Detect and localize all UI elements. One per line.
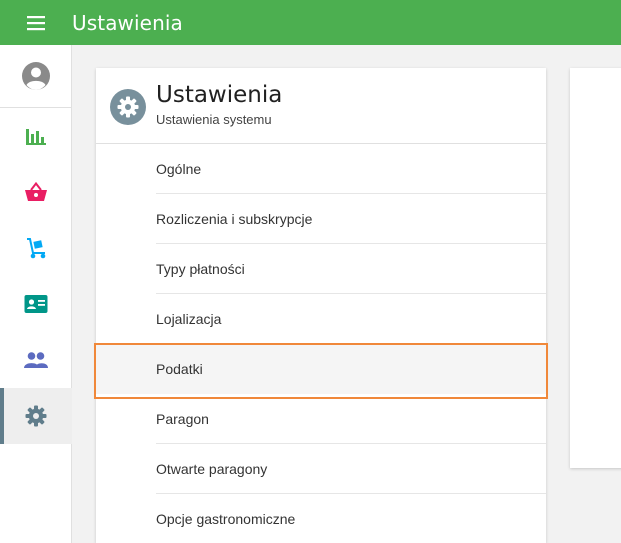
header-icon <box>110 89 146 125</box>
bar-chart-icon <box>26 129 46 145</box>
sidebar-item-users[interactable] <box>0 332 72 388</box>
sidebar-item-contacts[interactable] <box>0 276 72 332</box>
sidebar-item-account[interactable] <box>0 45 72 108</box>
sidebar-item-reports[interactable] <box>0 108 72 164</box>
shopping-basket-icon <box>25 182 47 201</box>
hand-truck-icon <box>27 238 46 259</box>
settings-item-label: Podatki <box>156 361 203 377</box>
settings-menu: Ogólne Rozliczenia i subskrypcje Typy pł… <box>94 144 548 543</box>
sidebar-item-sales[interactable] <box>0 164 72 220</box>
detail-panel <box>570 68 621 468</box>
app-title: Ustawienia <box>72 10 183 35</box>
settings-item-loyalty[interactable]: Lojalizacja <box>96 294 546 344</box>
gear-icon <box>117 96 139 118</box>
settings-item-taxes[interactable]: Podatki <box>94 343 548 399</box>
settings-panel: Ustawienia Ustawienia systemu Ogólne Roz… <box>94 68 548 543</box>
sidebar-item-inventory[interactable] <box>0 220 72 276</box>
hamburger-menu-icon <box>27 15 45 30</box>
sidebar <box>0 45 72 543</box>
settings-item-receipt[interactable]: Paragon <box>96 394 546 444</box>
settings-item-gastronomy-options[interactable]: Opcje gastronomiczne <box>96 494 546 543</box>
settings-item-general[interactable]: Ogólne <box>96 144 546 194</box>
settings-item-billing[interactable]: Rozliczenia i subskrypcje <box>96 194 546 244</box>
panel-subtitle: Ustawienia systemu <box>156 112 272 127</box>
app-bar: Ustawienia <box>0 0 621 45</box>
people-icon <box>24 352 48 368</box>
menu-button[interactable] <box>0 0 72 45</box>
settings-item-open-receipts[interactable]: Otwarte paragony <box>96 444 546 494</box>
settings-item-payment-types[interactable]: Typy płatności <box>96 244 546 294</box>
sidebar-item-settings[interactable] <box>0 388 72 444</box>
gear-icon <box>25 405 47 427</box>
panel-title: Ustawienia <box>156 82 283 108</box>
account-circle-icon <box>22 62 50 90</box>
panel-header: Ustawienia Ustawienia systemu <box>96 68 546 144</box>
contact-card-icon <box>24 295 48 313</box>
